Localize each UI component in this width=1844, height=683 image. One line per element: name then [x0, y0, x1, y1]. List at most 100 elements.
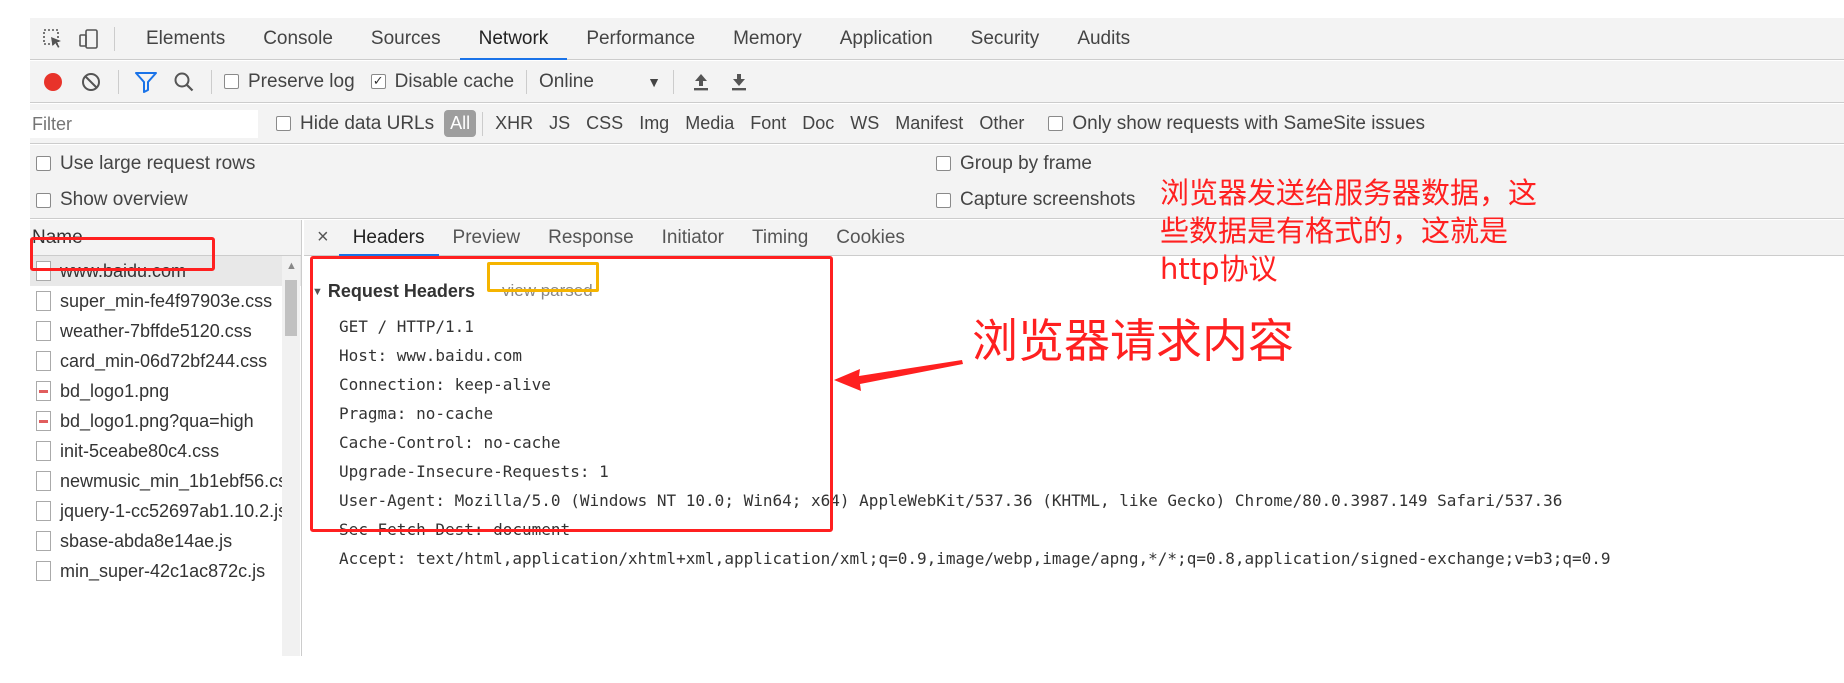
request-row[interactable]: min_super-42c1ac872c.js [30, 556, 301, 586]
tab-network[interactable]: Network [459, 18, 568, 60]
request-name: bd_logo1.png?qua=high [60, 410, 254, 431]
filter-type-manifest[interactable]: Manifest [889, 113, 969, 134]
header-line: Accept: text/html,application/xhtml+xml,… [339, 549, 1611, 568]
request-name: newmusic_min_1b1ebf56.css [60, 470, 297, 491]
show-overview-checkbox[interactable] [36, 192, 51, 208]
clear-icon[interactable] [76, 67, 106, 97]
annotation-http-note: 浏览器发送给服务器数据，这 些数据是有格式的，这就是 http协议 [1160, 174, 1537, 288]
request-name: card_min-06d72bf244.css [60, 350, 268, 371]
throttling-select[interactable]: Online ▼ [539, 71, 661, 93]
expand-triangle-icon: ▼ [312, 285, 323, 298]
request-headers-toggle[interactable]: ▼ Request Headers [312, 281, 475, 302]
preserve-log-label: Preserve log [248, 70, 355, 92]
annotation-request-content: 浏览器请求内容 [972, 314, 1294, 368]
request-row[interactable]: init-5ceabe80c4.css [30, 436, 301, 466]
tab-cookies[interactable]: Cookies [822, 220, 919, 256]
request-row[interactable]: card_min-06d72bf244.css [30, 346, 301, 376]
preserve-log-option[interactable]: Preserve log [224, 71, 355, 93]
record-icon[interactable] [38, 67, 68, 97]
document-icon [36, 471, 51, 491]
request-name: jquery-1-cc52697ab1.10.2.js [60, 500, 288, 521]
tab-sources[interactable]: Sources [352, 18, 460, 60]
dropdown-arrow-icon: ▼ [647, 73, 662, 90]
scroll-up-icon[interactable]: ▲ [286, 260, 297, 272]
request-row[interactable]: jquery-1-cc52697ab1.10.2.js [30, 496, 301, 526]
annotation-line: http协议 [1160, 252, 1278, 286]
tab-elements[interactable]: Elements [127, 18, 244, 60]
filter-type-css[interactable]: CSS [580, 113, 629, 134]
annotation-line: 些数据是有格式的，这就是 [1160, 214, 1509, 248]
preserve-log-checkbox[interactable] [224, 74, 239, 89]
large-rows-option[interactable]: Use large request rows [36, 153, 255, 175]
import-har-icon[interactable] [686, 67, 716, 97]
filter-type-img[interactable]: Img [633, 113, 675, 134]
inspect-element-icon[interactable] [40, 26, 66, 52]
header-line: Upgrade-Insecure-Requests: 1 [339, 462, 609, 481]
tab-memory[interactable]: Memory [714, 18, 821, 60]
request-name: sbase-abda8e14ae.js [60, 530, 233, 551]
request-row[interactable]: weather-7bffde5120.css [30, 316, 301, 346]
filter-type-ws[interactable]: WS [844, 113, 885, 134]
request-row[interactable]: bd_logo1.png?qua=high [30, 406, 301, 436]
filter-type-xhr[interactable]: XHR [489, 113, 539, 134]
request-list: www.baidu.com super_min-fe4f97903e.css w… [30, 256, 302, 656]
filter-type-font[interactable]: Font [744, 113, 792, 134]
show-overview-label: Show overview [60, 189, 188, 210]
tab-initiator[interactable]: Initiator [648, 220, 738, 256]
divider [114, 26, 115, 51]
scrollbar-thumb[interactable] [285, 280, 297, 336]
tab-security[interactable]: Security [952, 18, 1059, 60]
capture-screenshots-checkbox[interactable] [936, 192, 951, 208]
show-overview-option[interactable]: Show overview [36, 189, 188, 211]
group-by-frame-checkbox[interactable] [936, 156, 951, 171]
samesite-option[interactable]: Only show requests with SameSite issues [1048, 113, 1425, 135]
name-column-header[interactable]: Name [30, 220, 302, 256]
large-rows-checkbox[interactable] [36, 156, 51, 171]
group-by-frame-option[interactable]: Group by frame [936, 153, 1092, 175]
capture-screenshots-label: Capture screenshots [960, 189, 1136, 210]
tab-timing[interactable]: Timing [738, 220, 822, 256]
capture-screenshots-option[interactable]: Capture screenshots [936, 189, 1135, 211]
tab-headers[interactable]: Headers [338, 220, 439, 256]
filter-type-media[interactable]: Media [679, 113, 740, 134]
header-line: Cache-Control: no-cache [339, 433, 561, 452]
search-icon[interactable] [169, 67, 199, 97]
disable-cache-checkbox[interactable] [370, 74, 386, 89]
document-icon [36, 561, 51, 581]
tab-performance[interactable]: Performance [567, 18, 714, 60]
request-row[interactable]: sbase-abda8e14ae.js [30, 526, 301, 556]
device-toolbar-icon[interactable] [76, 26, 102, 52]
filter-type-js[interactable]: JS [543, 113, 576, 134]
request-row[interactable]: super_min-fe4f97903e.css [30, 286, 301, 316]
request-row[interactable]: www.baidu.com [30, 256, 301, 286]
filter-input[interactable] [30, 109, 258, 138]
tab-audits[interactable]: Audits [1058, 18, 1149, 60]
request-row[interactable]: bd_logo1.png [30, 376, 301, 406]
view-parsed-link[interactable]: view parsed [502, 281, 593, 301]
filter-type-other[interactable]: Other [973, 113, 1030, 134]
filter-icon[interactable] [131, 67, 161, 97]
tab-console[interactable]: Console [244, 18, 352, 60]
large-rows-label: Use large request rows [60, 152, 256, 174]
request-list-scrollbar[interactable]: ▲ [282, 256, 300, 656]
devtools-tab-bar: Elements Console Sources Network Perform… [30, 18, 1844, 60]
hide-data-urls-option[interactable]: Hide data URLs [276, 113, 434, 135]
request-name: weather-7bffde5120.css [60, 320, 252, 341]
tab-application[interactable]: Application [821, 18, 952, 60]
tab-response[interactable]: Response [534, 220, 648, 256]
annotation-line: 浏览器发送给服务器数据，这 [1160, 176, 1538, 210]
samesite-checkbox[interactable] [1048, 116, 1064, 131]
divider [118, 69, 119, 94]
request-row[interactable]: newmusic_min_1b1ebf56.css [30, 466, 301, 496]
export-har-icon[interactable] [724, 67, 754, 97]
filter-type-doc[interactable]: Doc [796, 113, 840, 134]
close-icon[interactable]: × [317, 226, 329, 249]
image-file-icon [36, 381, 51, 401]
tab-preview[interactable]: Preview [439, 220, 535, 256]
request-name: www.baidu.com [60, 260, 187, 281]
hide-data-urls-checkbox[interactable] [276, 116, 291, 131]
filter-type-all[interactable]: All [444, 110, 477, 137]
settings-row: Use large request rows Group by frame [30, 145, 1844, 182]
disable-cache-option[interactable]: Disable cache [370, 71, 514, 93]
annotation-arrow-icon [834, 360, 963, 391]
